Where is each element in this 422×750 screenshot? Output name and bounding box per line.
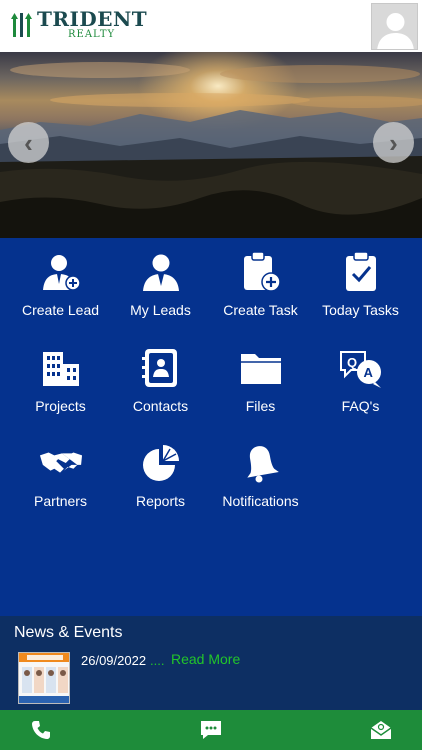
faq-icon: Q A: [339, 346, 383, 390]
menu-item-reports[interactable]: Reports: [108, 429, 213, 521]
menu-item-projects[interactable]: Projects: [8, 334, 113, 426]
menu-item-files[interactable]: Files: [208, 334, 313, 426]
news-ellipsis: ....: [150, 653, 165, 668]
next-glyph: ›: [389, 127, 398, 158]
news-date: 26/09/2022: [81, 653, 147, 668]
menu-item-create-lead[interactable]: Create Lead: [8, 238, 113, 330]
main-menu-grid: Create Lead My Leads Create Task Today T…: [0, 238, 422, 616]
menu-item-label: Partners: [34, 493, 87, 509]
logo-title: TRIDENT: [37, 7, 148, 31]
chevron-right-icon[interactable]: ›: [373, 122, 414, 163]
svg-text:A: A: [363, 365, 373, 380]
menu-item-label: My Leads: [130, 302, 191, 318]
chat-icon[interactable]: [199, 718, 223, 742]
app-header: TRIDENT REALTY: [0, 0, 422, 52]
landscape-image: [0, 62, 422, 238]
menu-item-label: Create Lead: [21, 302, 100, 318]
news-section-title: News & Events: [14, 624, 123, 641]
menu-item-notifications[interactable]: Notifications: [208, 429, 313, 521]
logo-subtitle: REALTY: [68, 29, 116, 40]
pie-chart-icon: [139, 441, 183, 485]
menu-item-create-task[interactable]: Create Task: [208, 238, 313, 330]
menu-item-label: Reports: [135, 493, 186, 509]
bottom-action-bar: [0, 710, 422, 750]
chevron-left-icon[interactable]: ‹: [8, 122, 49, 163]
news-thumbnail-image[interactable]: [18, 652, 70, 704]
menu-item-my-leads[interactable]: My Leads: [108, 238, 213, 330]
menu-item-partners[interactable]: Partners: [8, 429, 113, 521]
menu-item-label: Files: [245, 398, 276, 414]
trident-logo-icon: [11, 13, 32, 37]
menu-item-label: Projects: [35, 398, 86, 414]
read-more-link[interactable]: Read More: [171, 651, 240, 667]
banner-slider[interactable]: ‹ ›: [0, 52, 422, 238]
clipboard-add-icon: [239, 250, 283, 294]
menu-item-label: Notifications: [222, 493, 299, 509]
user-icon: [139, 250, 183, 294]
menu-item-label: FAQ's: [341, 398, 380, 414]
menu-item-label: Contacts: [132, 398, 189, 414]
bell-icon: [239, 441, 283, 485]
mail-icon[interactable]: [369, 718, 393, 742]
phone-icon[interactable]: [29, 718, 53, 742]
folder-icon: [239, 346, 283, 390]
buildings-icon: [39, 346, 83, 390]
menu-item-today-tasks[interactable]: Today Tasks: [308, 238, 413, 330]
clipboard-check-icon: [339, 250, 383, 294]
menu-item-label: Create Task: [223, 302, 298, 318]
user-avatar-icon[interactable]: [371, 3, 418, 50]
prev-glyph: ‹: [24, 127, 33, 158]
menu-item-label: Today Tasks: [322, 302, 399, 318]
handshake-icon: [39, 441, 83, 485]
svg-text:Q: Q: [347, 355, 357, 370]
add-user-icon: [39, 250, 83, 294]
address-book-icon: [139, 346, 183, 390]
menu-item-contacts[interactable]: Contacts: [108, 334, 213, 426]
trident-realty-logo: TRIDENT REALTY: [10, 8, 147, 42]
news-events-panel: News & Events 26/09/2022 .... Read More: [0, 616, 422, 710]
menu-item-faqs[interactable]: Q A FAQ's: [308, 334, 413, 426]
